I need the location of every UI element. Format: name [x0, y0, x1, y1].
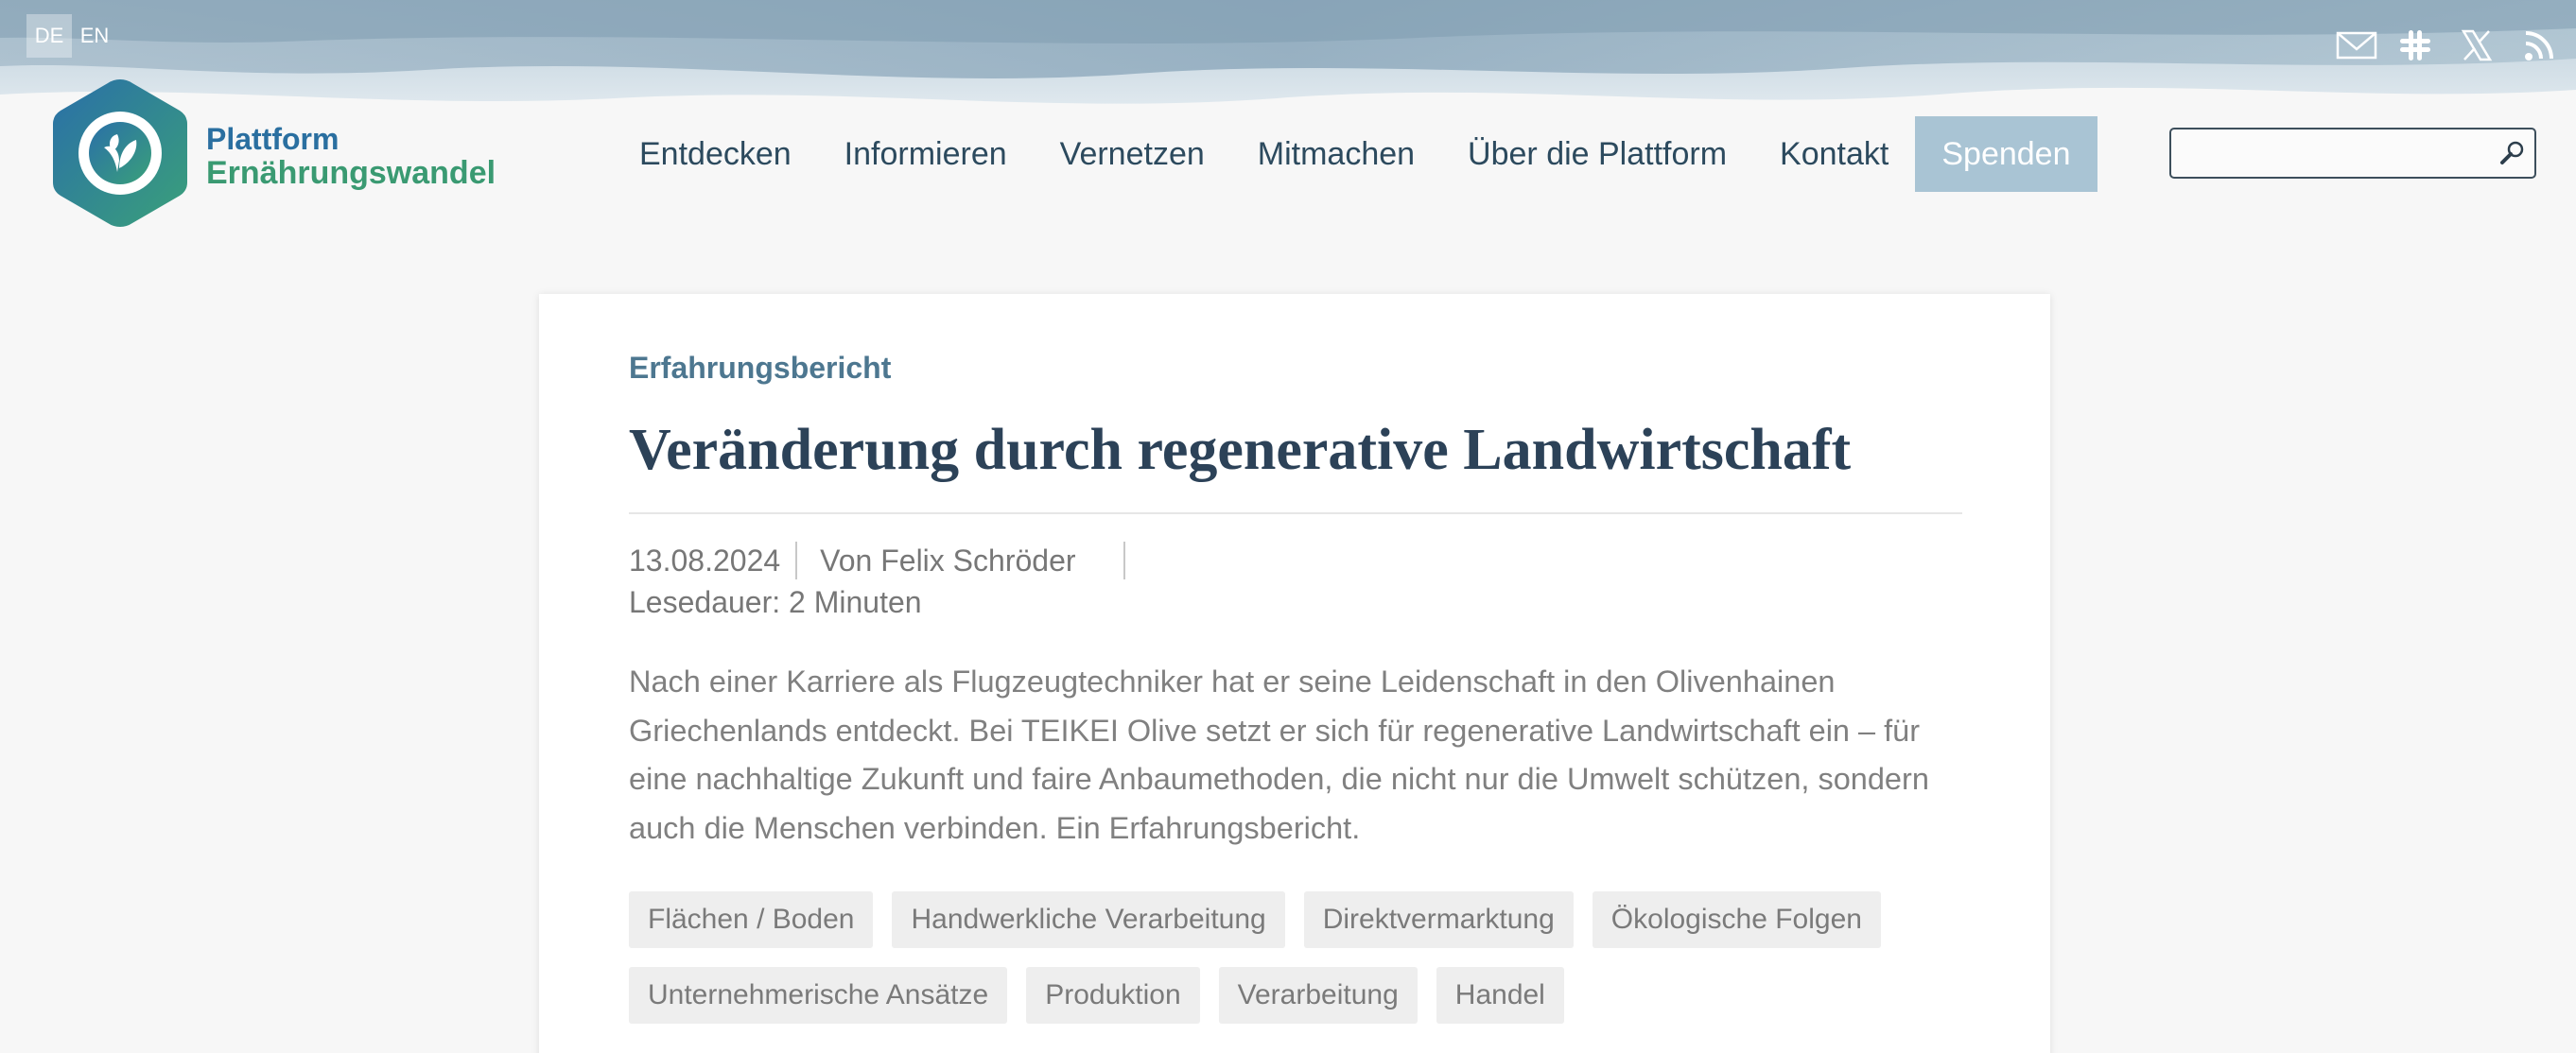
- tag-oekologische-folgen[interactable]: Ökologische Folgen: [1592, 891, 1881, 948]
- lang-en-link[interactable]: EN: [72, 14, 117, 58]
- tag-handwerkliche-verarbeitung[interactable]: Handwerkliche Verarbeitung: [892, 891, 1285, 948]
- tag-produktion[interactable]: Produktion: [1026, 967, 1200, 1024]
- slack-icon[interactable]: [2398, 28, 2440, 62]
- article-meta: 13.08.2024 Von Felix Schröder: [629, 542, 1125, 579]
- article-date: 13.08.2024: [629, 543, 781, 578]
- logo-line-1: Plattform: [206, 121, 339, 156]
- meta-separator: [795, 542, 798, 579]
- nav-ueber-die-plattform[interactable]: Über die Plattform: [1441, 116, 1753, 192]
- logo-text: Plattform Ernährungswandel: [206, 122, 496, 190]
- rss-icon[interactable]: [2523, 28, 2565, 62]
- language-switcher: DE EN: [26, 14, 117, 58]
- reading-time: Lesedauer: 2 Minuten: [629, 585, 922, 619]
- logo-line-2: Ernährungswandel: [206, 154, 496, 191]
- tag-handel[interactable]: Handel: [1436, 967, 1564, 1024]
- nav-kontakt[interactable]: Kontakt: [1753, 116, 1915, 192]
- search-icon[interactable]: [2498, 139, 2527, 172]
- meta-separator: [1123, 542, 1125, 579]
- tag-direktvermarktung[interactable]: Direktvermarktung: [1303, 891, 1574, 948]
- donate-button[interactable]: Spenden: [1915, 116, 2097, 192]
- social-links: [2336, 28, 2565, 62]
- search-box: [2169, 128, 2536, 179]
- main-navigation: Entdecken Informieren Vernetzen Mitmache…: [613, 116, 2097, 192]
- article-lead: Nach einer Karriere als Flugzeugtechnike…: [629, 665, 1929, 845]
- lang-de-link[interactable]: DE: [26, 14, 72, 58]
- leaf-hexagon-icon: [49, 76, 191, 235]
- tag-list: Flächen / Boden Handwerkliche Verarbeitu…: [629, 891, 1981, 1024]
- article-category[interactable]: Erfahrungsbericht: [629, 351, 891, 386]
- article-title: Veränderung durch regenerative Landwirts…: [629, 418, 1852, 482]
- x-icon[interactable]: [2461, 28, 2502, 62]
- article-card: Erfahrungsbericht Veränderung durch rege…: [539, 294, 2050, 1053]
- tag-verarbeitung[interactable]: Verarbeitung: [1218, 967, 1418, 1024]
- site-logo[interactable]: Plattform Ernährungswandel: [49, 76, 496, 235]
- mail-icon[interactable]: [2336, 28, 2377, 62]
- title-divider: [629, 512, 1962, 514]
- nav-mitmachen[interactable]: Mitmachen: [1231, 116, 1441, 192]
- search-input[interactable]: [2171, 129, 2493, 177]
- nav-informieren[interactable]: Informieren: [818, 116, 1034, 192]
- tag-unternehmerische-ansaetze[interactable]: Unternehmerische Ansätze: [629, 967, 1008, 1024]
- tag-flaechen-boden[interactable]: Flächen / Boden: [629, 891, 874, 948]
- nav-entdecken[interactable]: Entdecken: [613, 116, 818, 192]
- article-author: Von Felix Schröder: [820, 543, 1076, 578]
- nav-vernetzen[interactable]: Vernetzen: [1034, 116, 1231, 192]
